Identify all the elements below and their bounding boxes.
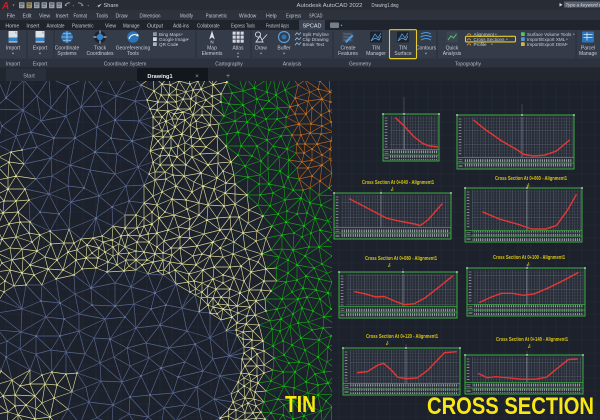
svg-text:Cross Section At 0+080 - Align: Cross Section At 0+080 - Alignment1 (365, 256, 437, 262)
svg-text:Surface: Surface (394, 51, 411, 57)
svg-text:Help: Help (266, 13, 277, 19)
svg-text:Share: Share (104, 3, 119, 9)
svg-text:Atlas: Atlas (232, 45, 244, 51)
svg-text:Home: Home (5, 23, 19, 29)
svg-text:Manage: Manage (579, 51, 597, 57)
svg-text:Buffer: Buffer (277, 45, 291, 51)
svg-text:Parametric: Parametric (206, 13, 228, 19)
svg-text:Cross Section At 0+120 - Align: Cross Section At 0+120 - Alignment1 (366, 334, 438, 340)
svg-text:Break Text: Break Text (303, 42, 325, 47)
svg-text:Insert: Insert (56, 13, 70, 19)
svg-text:Featured Apps: Featured Apps (266, 23, 289, 29)
svg-text:A: A (1, 1, 9, 12)
svg-text:Geometry: Geometry (349, 62, 371, 68)
svg-text:Output: Output (147, 23, 164, 29)
svg-text:Cross Section At 0+140 - Align: Cross Section At 0+140 - Alignment1 (496, 337, 568, 343)
svg-text:Manage: Manage (123, 23, 140, 29)
svg-text:Add-ins: Add-ins (173, 23, 189, 29)
svg-text:Draw: Draw (255, 45, 267, 51)
svg-text:Cartography: Cartography (215, 62, 243, 68)
svg-text:Features: Features (338, 51, 358, 57)
svg-text:View: View (105, 23, 116, 29)
svg-text:Edit: Edit (23, 13, 32, 19)
svg-text:Insert: Insert (26, 23, 40, 29)
svg-text:Analysis: Analysis (443, 51, 462, 57)
svg-text:File: File (7, 13, 15, 19)
svg-text:Express: Express (286, 13, 302, 19)
svg-text:Import: Import (6, 62, 21, 68)
svg-text:N: N (210, 40, 213, 45)
svg-text:View: View (39, 13, 50, 19)
svg-text:Export: Export (33, 62, 48, 68)
svg-text:×: × (195, 73, 199, 80)
svg-text:Import: Import (6, 45, 21, 51)
svg-text:Type a keyword or p: Type a keyword or p (566, 2, 600, 7)
svg-text:Systems: Systems (57, 51, 77, 57)
svg-text:Topography: Topography (455, 62, 482, 68)
svg-text:Tools: Tools (127, 51, 139, 57)
svg-text:Tools: Tools (96, 13, 109, 19)
svg-text:Collaborate: Collaborate (197, 23, 220, 29)
svg-text:Coordinate System: Coordinate System (104, 62, 147, 68)
svg-text:Format: Format (74, 13, 88, 19)
svg-text:Coordinates: Coordinates (87, 51, 114, 57)
svg-text:Import/Export DEM: Import/Export DEM (527, 42, 566, 47)
svg-text:Start: Start (23, 74, 35, 80)
svg-text:QR Code: QR Code (159, 42, 179, 47)
svg-text:Contours: Contours (416, 45, 437, 51)
svg-text:Modify: Modify (180, 13, 193, 19)
svg-text:Dimension: Dimension (140, 13, 161, 19)
svg-text:Profile: Profile (474, 42, 487, 47)
svg-text:Export: Export (33, 45, 48, 51)
svg-text:Elements: Elements (202, 51, 223, 57)
svg-text:Analysis: Analysis (283, 62, 302, 68)
svg-text:Cross Section At 0+100 - Align: Cross Section At 0+100 - Alignment1 (493, 255, 565, 261)
svg-text:+: + (226, 73, 230, 80)
svg-text:Drawing1: Drawing1 (147, 74, 172, 80)
svg-text:Autodesk AutoCAD 2022: Autodesk AutoCAD 2022 (297, 3, 363, 9)
svg-text:Annotate: Annotate (47, 23, 65, 29)
svg-text:Cross Section At 0+040 - Align: Cross Section At 0+040 - Alignment1 (362, 180, 434, 186)
svg-text:Draw: Draw (116, 13, 128, 19)
svg-text:SPCAD: SPCAD (309, 13, 323, 19)
svg-text:TIN: TIN (285, 391, 316, 417)
svg-text:CROSS SECTION: CROSS SECTION (427, 393, 594, 420)
svg-text:SPCAD: SPCAD (303, 23, 322, 29)
svg-text:Parametric: Parametric (72, 23, 94, 29)
svg-text:Express Tools: Express Tools (231, 23, 255, 29)
svg-text:Manager: Manager (366, 51, 386, 57)
svg-text:Window: Window (239, 13, 257, 19)
svg-text:Drawing1.dwg: Drawing1.dwg (372, 3, 399, 9)
svg-text:Cross Section At 0+060 - Align: Cross Section At 0+060 - Alignment1 (495, 176, 567, 182)
